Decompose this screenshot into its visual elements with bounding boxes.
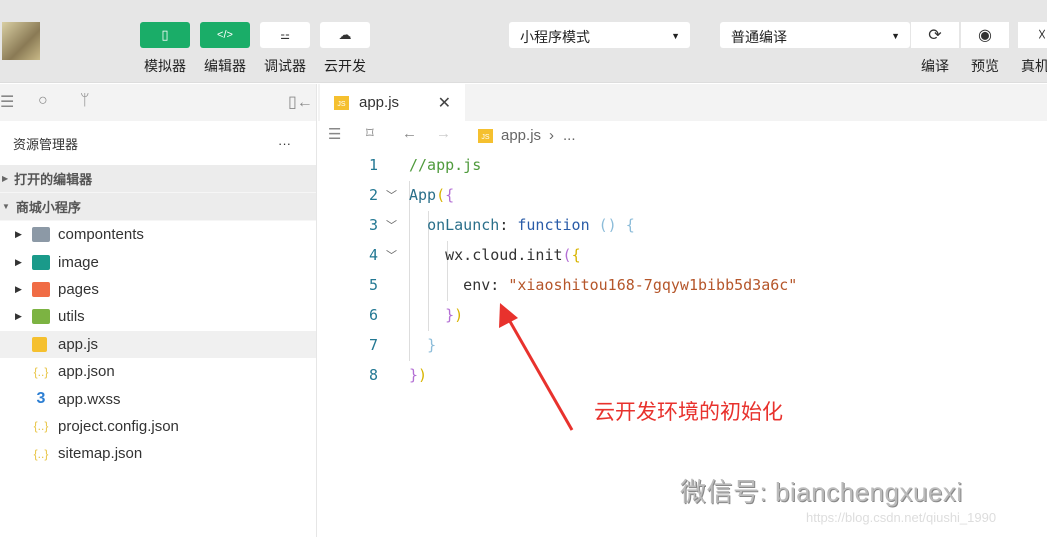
annotation-arrow [499,303,574,431]
watermark-url: https://blog.csdn.net/qiushi_1990 [806,510,997,525]
watermark: 微信号: bianchengxuexi [680,477,963,507]
annotation-text: 云开发环境的初始化 [594,401,783,424]
